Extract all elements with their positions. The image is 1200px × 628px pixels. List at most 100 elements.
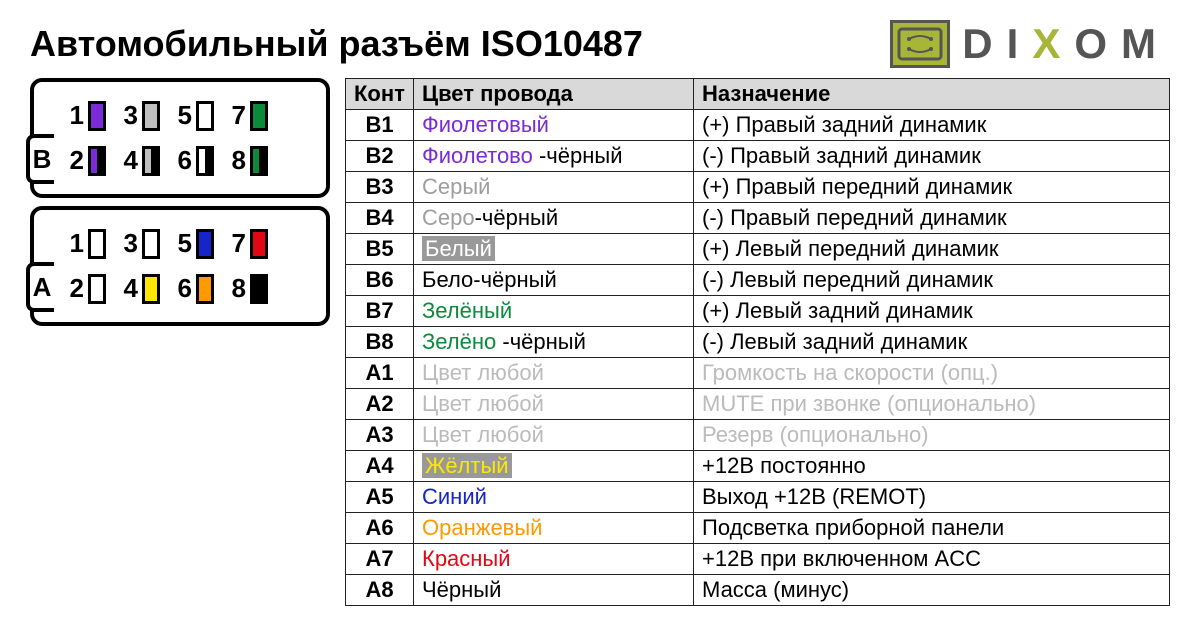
pin: 4 [122,273,160,304]
cell-pin: B4 [346,203,414,234]
table-row: B4Серо-чёрный(-) Правый передний динамик [346,203,1170,234]
cell-color: Чёрный [414,575,694,606]
chip-icon [890,20,950,68]
pin-number: 1 [68,100,84,131]
cell-pin: B3 [346,172,414,203]
pin-color-chip [88,229,106,259]
pin-number: 4 [122,145,138,176]
cell-desc: (-) Левый задний динамик [694,327,1170,358]
pin: 1 [68,228,106,259]
table-body: B1Фиолетовый(+) Правый задний динамикB2Ф… [346,110,1170,606]
connector-a-label: A [26,262,54,312]
pin-color-chip [88,101,106,131]
table-row: A7Красный+12В при включенном ACC [346,544,1170,575]
cell-desc: (-) Левый передний динамик [694,265,1170,296]
cell-pin: B2 [346,141,414,172]
table-row: B5Белый(+) Левый передний динамик [346,234,1170,265]
pin: 3 [122,228,160,259]
table-row: B2Фиолетово -чёрный(-) Правый задний дин… [346,141,1170,172]
cell-color: Жёлтый [414,451,694,482]
cell-color: Цвет любой [414,389,694,420]
connector-b-row2: 2 4 6 8 [42,145,312,176]
cell-pin: A6 [346,513,414,544]
pin-number: 5 [176,100,192,131]
pin: 2 [68,145,106,176]
header-pin: Конт [346,79,414,110]
table-row: B1Фиолетовый(+) Правый задний динамик [346,110,1170,141]
pin: 4 [122,145,160,176]
connector-b-label: B [26,134,54,184]
cell-pin: A1 [346,358,414,389]
table-row: A3Цвет любойРезерв (опционально) [346,420,1170,451]
pin-number: 1 [68,228,84,259]
pin-number: 8 [230,145,246,176]
pin-number: 7 [230,100,246,131]
table-row: B8Зелёно -чёрный(-) Левый задний динамик [346,327,1170,358]
cell-pin: B5 [346,234,414,265]
header-color: Цвет провода [414,79,694,110]
pin-color-chip [250,101,268,131]
cell-desc: Выход +12В (REMOT) [694,482,1170,513]
pin: 6 [176,145,214,176]
pin-number: 8 [230,273,246,304]
pin-number: 6 [176,273,192,304]
cell-color: Зелёный [414,296,694,327]
cell-pin: A2 [346,389,414,420]
cell-pin: A4 [346,451,414,482]
cell-color: Серо-чёрный [414,203,694,234]
cell-desc: +12В при включенном ACC [694,544,1170,575]
pin-number: 5 [176,228,192,259]
pin-color-chip [196,229,214,259]
table-header-row: Конт Цвет провода Назначение [346,79,1170,110]
brand-text: DIXOM [962,20,1170,68]
brand-logo: DIXOM [890,20,1170,68]
pin-color-chip [142,229,160,259]
pin: 3 [122,100,160,131]
cell-desc: +12В постоянно [694,451,1170,482]
pin-number: 3 [122,228,138,259]
pin-color-chip [88,274,106,304]
cell-color: Зелёно -чёрный [414,327,694,358]
pin: 5 [176,100,214,131]
connector-diagram: B 1357 2468 A 1357 2468 [30,78,330,606]
pin: 1 [68,100,106,131]
table-row: A1Цвет любойГромкость на скорости (опц.) [346,358,1170,389]
cell-desc: Подсветка приборной панели [694,513,1170,544]
pin: 6 [176,273,214,304]
cell-color: Бело-чёрный [414,265,694,296]
pin-color-chip [250,146,268,176]
cell-pin: A5 [346,482,414,513]
cell-desc: MUTE при звонке (опционально) [694,389,1170,420]
pin-color-chip [142,146,160,176]
cell-color: Цвет любой [414,420,694,451]
cell-pin: B6 [346,265,414,296]
pin: 8 [230,273,268,304]
connector-a-row2: 2 4 6 8 [42,273,312,304]
pin-color-chip [196,101,214,131]
pin-color-chip [196,274,214,304]
cell-color: Фиолетово -чёрный [414,141,694,172]
pin-number: 2 [68,145,84,176]
cell-desc: (-) Правый задний динамик [694,141,1170,172]
page-title: Автомобильный разъём ISO10487 [30,23,643,65]
cell-desc: (+) Правый передний динамик [694,172,1170,203]
pin-color-chip [88,146,106,176]
cell-pin: B1 [346,110,414,141]
pin-color-chip [196,146,214,176]
pin-color-chip [250,274,268,304]
pin: 5 [176,228,214,259]
connector-b-row1: 1 3 5 7 [42,100,312,131]
pin-number: 3 [122,100,138,131]
pin: 7 [230,228,268,259]
cell-pin: B8 [346,327,414,358]
cell-color: Фиолетовый [414,110,694,141]
pin-number: 2 [68,273,84,304]
pin-number: 6 [176,145,192,176]
cell-desc: (+) Левый передний динамик [694,234,1170,265]
pin-number: 4 [122,273,138,304]
pin-color-chip [250,229,268,259]
cell-color: Белый [414,234,694,265]
table-row: A2Цвет любойMUTE при звонке (опционально… [346,389,1170,420]
cell-pin: B7 [346,296,414,327]
table-row: B7Зелёный(+) Левый задний динамик [346,296,1170,327]
